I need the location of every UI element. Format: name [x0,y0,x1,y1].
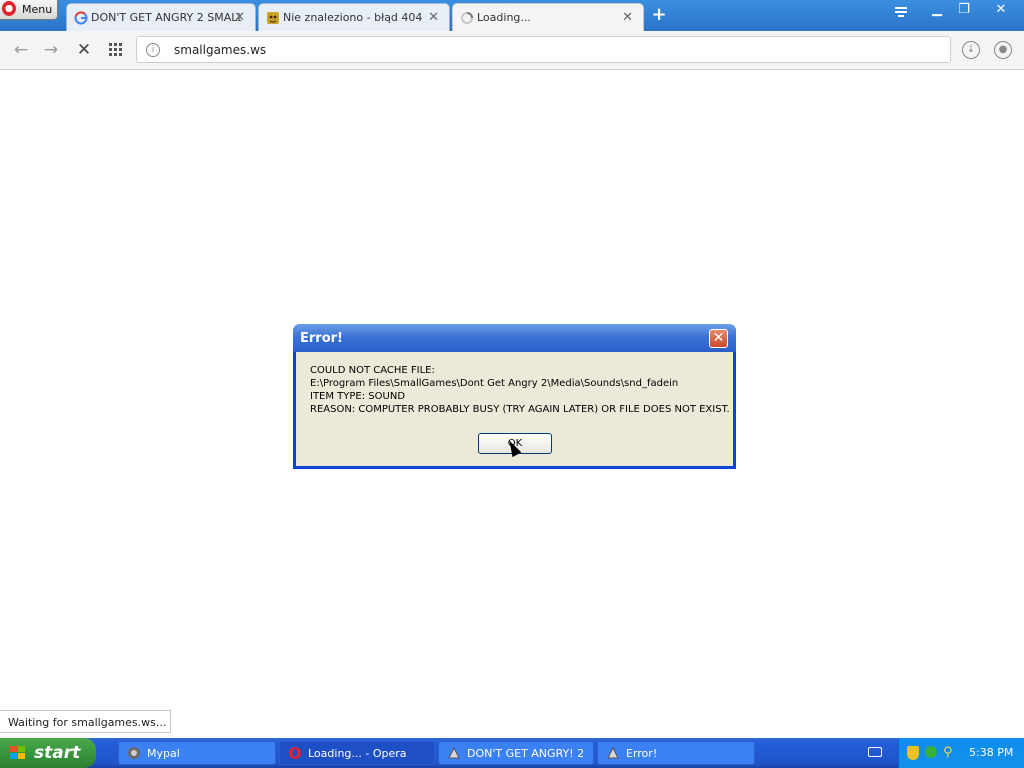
forward-arrow-icon[interactable]: → [41,40,61,60]
stop-loading-icon[interactable]: ✕ [74,40,94,60]
speed-dial-grid-icon[interactable] [106,40,126,60]
windows-flag-icon [10,746,25,759]
opera-logo-icon [2,1,16,16]
tab-dont-get-angry[interactable]: DON'T GET ANGRY 2 SMALL ✕ [66,3,256,31]
taskbar-item-dont-get-angry[interactable]: DON'T GET ANGRY! 2 [438,741,594,765]
taskbar-item-mypal[interactable]: Mypal [118,741,276,765]
opera-icon [289,747,301,759]
clock: 5:38 PM [969,746,1014,759]
close-window-icon[interactable]: ✕ [990,2,1012,18]
tab-menu-icon[interactable] [890,6,912,22]
back-arrow-icon[interactable]: ← [11,40,31,60]
address-bar[interactable]: i smallgames.ws [136,36,951,63]
download-icon[interactable]: ↓ [962,41,980,59]
url-text: smallgames.ws [174,43,267,57]
message-line: ITEM TYPE: SOUND [310,391,406,402]
dialog-title-bar[interactable]: Error! [293,324,736,352]
task-label: Error! [626,747,658,760]
status-text: Waiting for smallgames.ws... [8,716,167,729]
dialog-message: COULD NOT CACHE FILE: E:\Program Files\S… [310,364,730,416]
game-icon [448,746,460,759]
task-label: DON'T GET ANGRY! 2 [467,747,585,760]
google-icon [74,11,88,25]
restore-icon[interactable]: ❐ [953,2,975,18]
minimize-icon[interactable]: ▁ [926,2,948,18]
close-tab-icon[interactable]: ✕ [622,10,633,25]
opera-menu-button[interactable]: Menu [0,0,58,20]
security-shield-icon[interactable] [907,746,919,760]
close-tab-icon[interactable]: ✕ [234,10,245,25]
mypal-icon [128,747,140,759]
keyboard-layout-icon[interactable] [868,747,882,757]
site-info-icon[interactable]: i [146,43,160,57]
game-icon [607,746,619,759]
system-tray: ⚲ 5:38 PM [898,738,1024,768]
message-line: REASON: COMPUTER PROBABLY BUSY (TRY AGAI… [310,404,730,415]
mascot-icon [267,12,279,24]
dialog-close-icon[interactable]: ✕ [709,329,728,348]
task-label: Mypal [147,747,180,760]
dialog-title: Error! [300,331,343,346]
tab-title: DON'T GET ANGRY 2 SMALL [91,11,241,24]
tab-nie-znaleziono[interactable]: Nie znaleziono - błąd 404 ✕ [258,3,450,31]
task-label: Loading... - Opera [308,747,407,760]
tab-title: Loading... [477,11,531,24]
message-line: COULD NOT CACHE FILE: [310,365,435,376]
new-tab-button[interactable]: + [650,5,668,25]
taskbar-item-opera[interactable]: Loading... - Opera [279,741,435,765]
tab-title: Nie znaleziono - błąd 404 [283,11,423,24]
tab-loading[interactable]: Loading... ✕ [452,3,644,31]
taskbar-item-error[interactable]: Error! [597,741,755,765]
message-line: E:\Program Files\SmallGames\Dont Get Ang… [310,378,679,389]
start-button[interactable]: start [0,738,96,768]
close-tab-icon[interactable]: ✕ [428,10,439,25]
opera-menu-label: Menu [22,3,53,16]
start-label: start [34,743,81,763]
loading-spinner-icon [461,12,473,24]
status-bubble: Waiting for smallgames.ws... [0,710,171,733]
network-icon[interactable] [925,746,937,758]
account-icon[interactable]: ● [994,41,1012,59]
browser-toolbar: ← → ✕ i smallgames.ws ↓ ● [0,31,1024,70]
search-icon[interactable]: ⚲ [943,745,953,760]
